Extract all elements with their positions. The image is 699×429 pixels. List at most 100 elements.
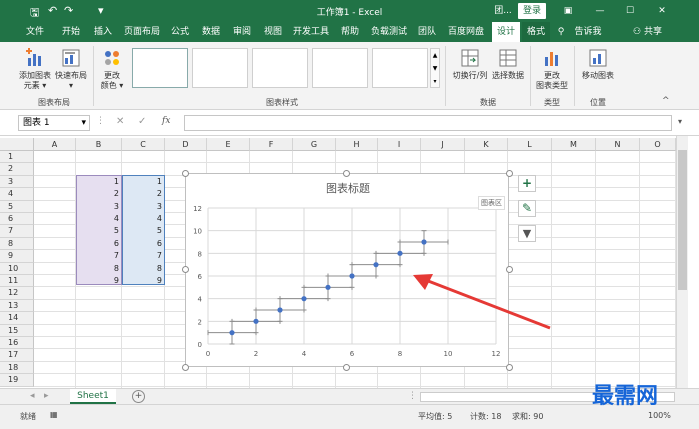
vertical-scrollbar[interactable] [676, 136, 688, 388]
tab-page-layout[interactable]: 页面布局 [122, 22, 162, 42]
tab-format[interactable]: 格式 [522, 22, 550, 42]
row-header-18[interactable]: 18 [0, 361, 34, 375]
tab-formulas[interactable]: 公式 [167, 22, 193, 42]
row-header-7[interactable]: 7 [0, 225, 34, 238]
column-header-J[interactable]: J [421, 138, 465, 151]
cell-B9[interactable]: 7 [76, 250, 122, 262]
chart-style-3[interactable] [252, 48, 308, 88]
add-sheet-button[interactable]: + [132, 390, 145, 403]
ribbon-display-icon[interactable]: ▣ [560, 3, 576, 19]
cell-B4[interactable]: 2 [76, 188, 122, 200]
login-button[interactable]: 登录 [518, 3, 546, 19]
chart-style-4[interactable] [312, 48, 368, 88]
move-chart-button[interactable]: 移动图表 [578, 48, 618, 81]
column-header-D[interactable]: D [165, 138, 207, 151]
cell-B5[interactable]: 3 [76, 201, 122, 213]
tab-file[interactable]: 文件 [20, 22, 50, 42]
sheet-tab-sheet1[interactable]: Sheet1 [70, 389, 116, 404]
cell-C5[interactable]: 3 [122, 201, 165, 213]
row-header-10[interactable]: 10 [0, 262, 34, 275]
row-header-13[interactable]: 13 [0, 299, 34, 313]
minimize-button[interactable]: — [592, 3, 608, 19]
select-all-corner[interactable] [0, 138, 34, 151]
column-header-H[interactable]: H [336, 138, 378, 151]
chart-elements-plus-icon[interactable]: + [518, 175, 536, 192]
resize-handle[interactable] [182, 170, 189, 177]
resize-handle[interactable] [182, 364, 189, 371]
chart-style-1[interactable] [132, 48, 188, 88]
scroll-thumb[interactable] [678, 150, 687, 290]
cell-B3[interactable]: 1 [76, 176, 122, 188]
change-colors-button[interactable]: 更改 颜色 ▾ [97, 48, 127, 91]
row-header-2[interactable]: 2 [0, 163, 34, 176]
row-header-6[interactable]: 6 [0, 213, 34, 226]
cell-C3[interactable]: 1 [122, 176, 165, 188]
tab-team[interactable]: 团队 [414, 22, 440, 42]
add-chart-element-button[interactable]: 添加图表 元素 ▾ [18, 48, 52, 91]
zoom-level[interactable]: 100% [648, 411, 671, 420]
tab-view[interactable]: 视图 [260, 22, 286, 42]
tab-load-test[interactable]: 负载测试 [370, 22, 408, 42]
resize-handle[interactable] [182, 266, 189, 273]
cell-B11[interactable]: 9 [76, 275, 122, 287]
chart-styles-brush-icon[interactable]: ✎ [518, 200, 536, 217]
row-header-15[interactable]: 15 [0, 324, 34, 337]
row-header-12[interactable]: 12 [0, 287, 34, 300]
cell-C8[interactable]: 6 [122, 238, 165, 250]
cell-C11[interactable]: 9 [122, 275, 165, 287]
column-header-M[interactable]: M [552, 138, 596, 151]
row-header-11[interactable]: 11 [0, 275, 34, 288]
row-header-4[interactable]: 4 [0, 188, 34, 201]
row-header-19[interactable]: 19 [0, 374, 34, 387]
collapse-ribbon-icon[interactable]: ^ [662, 96, 670, 106]
tab-data[interactable]: 数据 [198, 22, 224, 42]
styles-scroll[interactable]: ▲ ▼ ▾ [430, 48, 440, 88]
tell-me-search[interactable]: 告诉我 [568, 22, 608, 42]
cell-C4[interactable]: 2 [122, 188, 165, 200]
macro-record-icon[interactable]: ▦ [50, 410, 58, 419]
column-header-A[interactable]: A [34, 138, 76, 151]
tab-insert[interactable]: 插入 [90, 22, 116, 42]
row-header-3[interactable]: 3 [0, 175, 34, 189]
row-header-1[interactable]: 1 [0, 151, 34, 164]
quick-layout-button[interactable]: 快速布局 ▾ [54, 48, 88, 91]
row-header-8[interactable]: 8 [0, 237, 34, 251]
row-header-5[interactable]: 5 [0, 200, 34, 213]
resize-handle[interactable] [343, 364, 350, 371]
share-button[interactable]: 共享 [642, 22, 664, 42]
select-data-button[interactable]: 选择数据 [490, 48, 526, 81]
column-header-B[interactable]: B [76, 138, 122, 151]
cell-B8[interactable]: 6 [76, 238, 122, 250]
column-header-N[interactable]: N [596, 138, 640, 151]
cell-C7[interactable]: 5 [122, 225, 165, 237]
tab-home[interactable]: 开始 [58, 22, 84, 42]
column-header-K[interactable]: K [465, 138, 508, 151]
column-header-G[interactable]: G [293, 138, 336, 151]
chart-filter-icon[interactable]: ▼ [518, 225, 536, 242]
tab-review[interactable]: 审阅 [229, 22, 255, 42]
column-header-C[interactable]: C [122, 138, 165, 151]
chart-style-5[interactable] [372, 48, 428, 88]
cell-B6[interactable]: 4 [76, 213, 122, 225]
chart-style-2[interactable] [192, 48, 248, 88]
enter-icon[interactable]: ✓ [138, 116, 146, 127]
name-box[interactable]: 图表 1 ▾ [18, 115, 90, 131]
column-header-L[interactable]: L [508, 138, 552, 151]
switch-row-column-button[interactable]: 切换行/列 [450, 48, 490, 81]
column-header-E[interactable]: E [207, 138, 250, 151]
tab-design[interactable]: 设计 [492, 22, 520, 42]
cell-B10[interactable]: 8 [76, 263, 122, 275]
cell-B7[interactable]: 5 [76, 225, 122, 237]
row-header-16[interactable]: 16 [0, 337, 34, 350]
resize-handle[interactable] [506, 170, 513, 177]
expand-formula-icon[interactable]: ▾ [678, 117, 682, 126]
row-header-9[interactable]: 9 [0, 250, 34, 263]
column-header-I[interactable]: I [378, 138, 421, 151]
tab-help[interactable]: 帮助 [337, 22, 363, 42]
cell-C6[interactable]: 4 [122, 213, 165, 225]
resize-handle[interactable] [343, 170, 350, 177]
cell-C10[interactable]: 8 [122, 263, 165, 275]
next-sheet-icon[interactable]: ▸ [44, 391, 49, 401]
tab-baidu-netdisk[interactable]: 百度网盘 [446, 22, 486, 42]
cancel-icon[interactable]: ✕ [116, 116, 124, 127]
